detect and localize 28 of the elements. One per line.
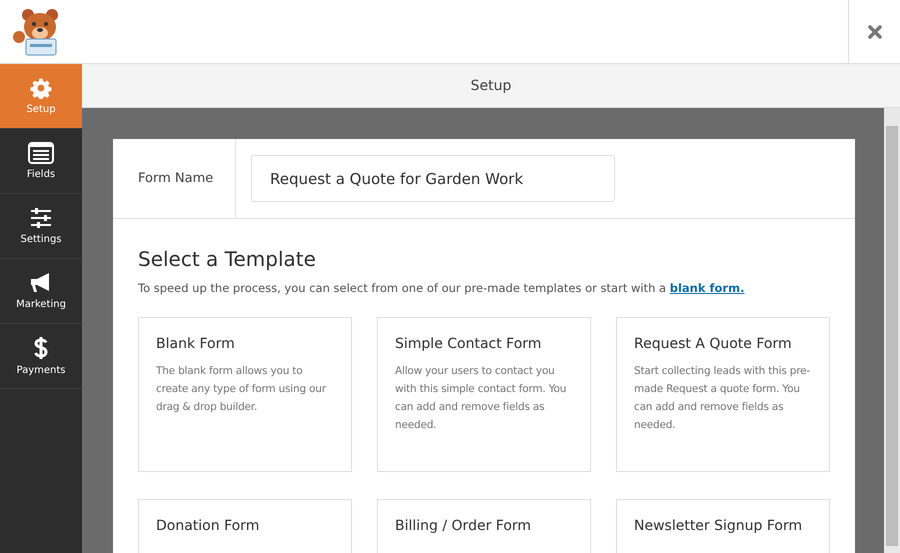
section-description: To speed up the process, you can select from one of our pre-made templates or start with a blank form. (138, 281, 746, 295)
template-card[interactable]: Newsletter Signup Form (616, 499, 830, 553)
template-title: Donation Form (156, 518, 260, 534)
template-title: Simple Contact Form (395, 336, 542, 352)
template-card[interactable]: Request A Quote Form Start collecting leads with this pre-made Request a quote form. You can add and remove fields as needed. (616, 317, 830, 472)
sliders-icon (29, 207, 53, 229)
form-name-field[interactable]: Request a Quote for Garden Work (251, 155, 615, 202)
blank-form-link[interactable]: blank form. (670, 281, 744, 295)
template-card[interactable]: Simple Contact Form Allow your users to contact you with this simple contact form. You can add and remove fields as needed. (377, 317, 591, 472)
template-card[interactable]: Billing / Order Form (377, 499, 591, 553)
list-icon (28, 142, 54, 164)
template-title: Newsletter Signup Form (634, 518, 804, 534)
template-card[interactable]: Donation Form (138, 499, 352, 553)
form-name-label: Form Name (138, 171, 214, 186)
template-description: Allow your users to contact you with this simple contact form. You can add and remove fields as needed. (395, 364, 568, 433)
template-description: The blank form allows you to create any type of form using our drag & drop builder. (156, 364, 327, 415)
template-title: Request A Quote Form (634, 336, 793, 352)
template-description: Start collecting leads with this pre-made Request a quote form. You can add and remove fields as needed. (634, 364, 811, 433)
scroll-thumb[interactable] (886, 126, 898, 546)
dollar-icon (33, 336, 49, 360)
close-icon (866, 24, 882, 40)
page-title: Setup (470, 78, 512, 94)
template-title: Blank Form (156, 336, 236, 352)
gear-icon (30, 77, 52, 99)
template-title: Billing / Order Form (395, 518, 532, 534)
scrollbar[interactable] (884, 108, 900, 553)
section-heading: Select a Template (138, 247, 317, 271)
template-card[interactable]: Blank Form The blank form allows you to create any type of form using our drag & drop builder. (138, 317, 352, 472)
